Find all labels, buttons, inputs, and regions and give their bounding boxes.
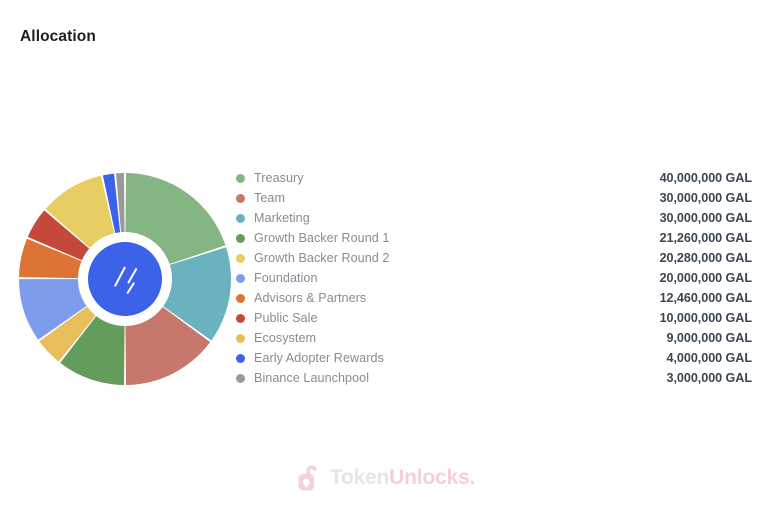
legend-color-dot — [236, 373, 245, 383]
legend-color-dot — [236, 253, 245, 263]
legend-item-label: Early Adopter Rewards — [254, 351, 384, 365]
legend-item[interactable]: Public Sale 10,000,000 GAL — [236, 308, 752, 328]
allocation-chart-page: Allocation Treasury 40,000,000 GAL Team … — [0, 0, 772, 512]
watermark-text-token: Token — [329, 465, 390, 489]
legend-item[interactable]: Treasury 40,000,000 GAL — [236, 168, 752, 188]
page-title: Allocation — [20, 28, 96, 45]
legend-item-value: 12,460,000 GAL — [659, 291, 752, 305]
legend-item-label: Foundation — [254, 271, 318, 285]
legend-color-dot — [236, 273, 245, 283]
legend-item[interactable]: Advisors & Partners 12,460,000 GAL — [236, 288, 752, 308]
legend-item[interactable]: Foundation 20,000,000 GAL — [236, 268, 752, 288]
legend-item-label: Growth Backer Round 2 — [254, 251, 390, 265]
legend-item-label: Public Sale — [254, 311, 318, 325]
legend-color-dot — [236, 293, 245, 303]
legend-item-value: 10,000,000 GAL — [659, 311, 752, 325]
watermark-text-unlocks: Unlocks. — [389, 465, 476, 489]
legend-item-label: Team — [254, 191, 285, 205]
tokenunlocks-watermark: TokenUnlocks. — [0, 462, 772, 492]
legend-item-value: 3,000,000 GAL — [666, 371, 753, 385]
legend-item-value: 30,000,000 GAL — [659, 211, 752, 225]
legend-color-dot — [236, 233, 245, 243]
legend-color-dot — [236, 313, 245, 323]
legend-item-value: 9,000,000 GAL — [666, 331, 753, 345]
legend-item-label: Marketing — [254, 211, 310, 225]
legend-item-value: 40,000,000 GAL — [659, 171, 752, 185]
legend-item-label: Growth Backer Round 1 — [254, 231, 390, 245]
legend-item[interactable]: Team 30,000,000 GAL — [236, 188, 752, 208]
legend-item-value: 30,000,000 GAL — [659, 191, 752, 205]
legend-item[interactable]: Ecosystem 9,000,000 GAL — [236, 328, 752, 348]
legend-item-value: 20,000,000 GAL — [659, 271, 752, 285]
legend-item-value: 4,000,000 GAL — [666, 351, 753, 365]
galxe-logo-icon — [88, 242, 162, 316]
legend-item[interactable]: Growth Backer Round 1 21,260,000 GAL — [236, 228, 752, 248]
legend-item-value: 20,280,000 GAL — [659, 251, 752, 265]
watermark-text: TokenUnlocks. — [330, 467, 475, 488]
legend-color-dot — [236, 213, 245, 223]
allocation-legend: Treasury 40,000,000 GAL Team 30,000,000 … — [236, 168, 752, 388]
legend-item-label: Binance Launchpool — [254, 371, 370, 385]
galxe-mark-svg — [114, 266, 138, 294]
allocation-donut-chart[interactable] — [18, 172, 232, 386]
legend-item[interactable]: Marketing 30,000,000 GAL — [236, 208, 752, 228]
legend-item[interactable]: Growth Backer Round 2 20,280,000 GAL — [236, 248, 752, 268]
legend-color-dot — [236, 193, 245, 203]
legend-color-dot — [236, 173, 245, 183]
legend-item[interactable]: Early Adopter Rewards 4,000,000 GAL — [236, 348, 752, 368]
donut-center-hole — [83, 237, 167, 321]
legend-item-label: Advisors & Partners — [254, 291, 367, 305]
legend-color-dot — [236, 353, 245, 363]
legend-item-value: 21,260,000 GAL — [659, 231, 752, 245]
legend-item[interactable]: Binance Launchpool 3,000,000 GAL — [236, 368, 752, 388]
open-padlock-icon — [298, 465, 317, 491]
legend-item-label: Treasury — [254, 171, 304, 185]
legend-color-dot — [236, 333, 245, 343]
legend-item-label: Ecosystem — [254, 331, 317, 345]
